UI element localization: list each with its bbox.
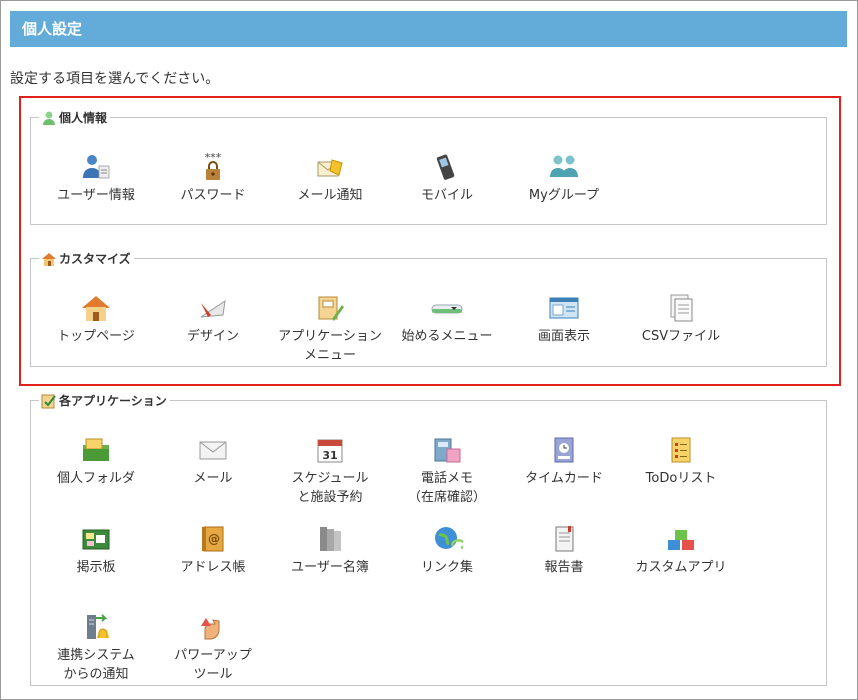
my-group-label: Myグループ [528, 188, 600, 203]
phone-memo-item[interactable]: 電話メモ （在席確認） [382, 435, 512, 507]
linked-system-label-line2: からの通知 [63, 667, 129, 682]
screen-display-item[interactable]: 画面表示 [499, 293, 629, 346]
csv-file-item[interactable]: CSVファイル [616, 293, 746, 346]
application-menu-item[interactable]: アプリケーション メニュー [265, 293, 395, 365]
power-up-tools-item[interactable]: パワーアップ ツール [148, 612, 278, 684]
schedule-label-line2: と施設予約 [297, 490, 363, 505]
report-icon [555, 526, 574, 552]
linked-system-label: 連携システム [57, 648, 135, 663]
personal-folder-item[interactable]: 個人フォルダ [31, 435, 161, 488]
time-card-item[interactable]: タイムカード [499, 435, 629, 488]
application-menu-label: アプリケーション [278, 329, 382, 344]
top-page-item[interactable]: トップページ [31, 293, 161, 346]
power-up-arm-icon [201, 618, 220, 640]
mobile-phone-icon [436, 154, 455, 180]
custom-app-blocks-icon [668, 530, 694, 550]
link-collection-item[interactable]: リンク集 [382, 524, 512, 577]
phone-memo-label: 電話メモ [420, 471, 473, 486]
home-icon [82, 296, 110, 321]
group-icon [550, 155, 578, 177]
personal-folder-icon [83, 438, 109, 461]
section-applications: 各アプリケーション 個人フォルダ メール 31 スケジュール と施設予約 電話メ… [30, 392, 827, 686]
todo-list-item[interactable]: ToDoリスト [616, 435, 746, 488]
section-applications-title: 各アプリケーション [59, 394, 167, 408]
top-page-label: トップページ [57, 329, 135, 344]
mail-notification-label: メール通知 [297, 188, 363, 203]
design-pen-icon [200, 299, 226, 318]
phone-memo-icon [434, 438, 461, 463]
custom-app-label: カスタムアプリ [635, 560, 727, 575]
design-label: デザイン [186, 329, 239, 344]
applications-icon [41, 394, 56, 408]
csv-file-label: CSVファイル [641, 329, 721, 344]
section-applications-legend: 各アプリケーション [39, 392, 170, 409]
mail-notification-icon [317, 159, 343, 177]
start-menu-icon [431, 304, 463, 314]
mobile-item[interactable]: モバイル [382, 152, 512, 205]
start-menu-label: 始めるメニュー [401, 329, 493, 344]
time-card-icon [554, 437, 574, 463]
user-info-item[interactable]: ユーザー情報 [31, 152, 161, 205]
house-icon [42, 252, 56, 266]
address-book-label: アドレス帳 [180, 560, 246, 575]
power-up-label: パワーアップ [174, 648, 252, 663]
design-item[interactable]: デザイン [148, 293, 278, 346]
bulletin-board-item[interactable]: 掲示板 [31, 524, 161, 577]
mail-item[interactable]: メール [148, 435, 278, 488]
mail-label: メール [193, 471, 233, 486]
user-directory-label: ユーザー名簿 [291, 560, 369, 575]
password-item[interactable]: *** パスワード [148, 152, 278, 205]
link-collection-label: リンク集 [420, 560, 473, 575]
schedule-item[interactable]: 31 スケジュール と施設予約 [265, 435, 395, 507]
password-lock-icon: *** [205, 152, 222, 180]
address-book-item[interactable]: @ アドレス帳 [148, 524, 278, 577]
personal-folder-label: 個人フォルダ [56, 471, 135, 486]
screen-display-icon [549, 297, 579, 319]
calendar-day-text: 31 [322, 449, 337, 462]
todo-list-label: ToDoリスト [645, 471, 717, 486]
phone-memo-label-line2: （在席確認） [407, 490, 486, 505]
report-label: 報告書 [544, 560, 584, 575]
password-label: パスワード [180, 188, 246, 203]
schedule-label: スケジュール [291, 471, 369, 486]
section-customize-legend: カスタマイズ [39, 250, 134, 267]
linked-system-bell-icon [87, 614, 109, 639]
my-group-item[interactable]: Myグループ [499, 152, 629, 205]
bulletin-board-label: 掲示板 [76, 560, 116, 575]
globe-link-icon [435, 527, 463, 550]
user-directory-item[interactable]: ユーザー名簿 [265, 524, 395, 577]
page-title: 個人設定 [10, 11, 847, 47]
time-card-label: タイムカード [525, 471, 603, 486]
envelope-icon [199, 441, 227, 460]
user-info-label: ユーザー情報 [57, 188, 135, 203]
application-menu-label-line2: メニュー [303, 348, 356, 363]
address-book-icon: @ [202, 526, 224, 552]
linked-system-notifications-item[interactable]: 連携システム からの通知 [31, 612, 161, 684]
instruction-text: 設定する項目を選んでください。 [10, 71, 220, 87]
csv-file-icon [670, 294, 693, 322]
section-personal-info-title: 個人情報 [59, 111, 108, 125]
power-up-label-line2: ツール [193, 667, 233, 682]
custom-app-item[interactable]: カスタムアプリ [616, 524, 746, 577]
start-menu-item[interactable]: 始めるメニュー [382, 293, 512, 346]
calendar-icon: 31 [317, 439, 343, 463]
mail-notification-item[interactable]: メール通知 [265, 152, 395, 205]
person-icon [43, 111, 55, 125]
user-info-icon [83, 155, 110, 179]
user-directory-icon [320, 527, 341, 551]
address-at-text: @ [208, 532, 220, 546]
section-personal-info: 個人情報 ユーザー情報 *** パスワード メール通知 モバイル Myグループ [30, 109, 827, 225]
todo-list-icon [671, 437, 691, 463]
mobile-label: モバイル [420, 188, 473, 203]
section-customize-title: カスタマイズ [59, 252, 131, 266]
bulletin-board-icon [82, 529, 110, 550]
section-personal-info-legend: 個人情報 [39, 109, 110, 126]
report-item[interactable]: 報告書 [499, 524, 629, 577]
section-customize: カスタマイズ トップページ デザイン アプリケーション メニュー 始めるメニュー… [30, 250, 827, 367]
screen-display-label: 画面表示 [537, 329, 590, 344]
application-menu-icon [318, 296, 344, 321]
